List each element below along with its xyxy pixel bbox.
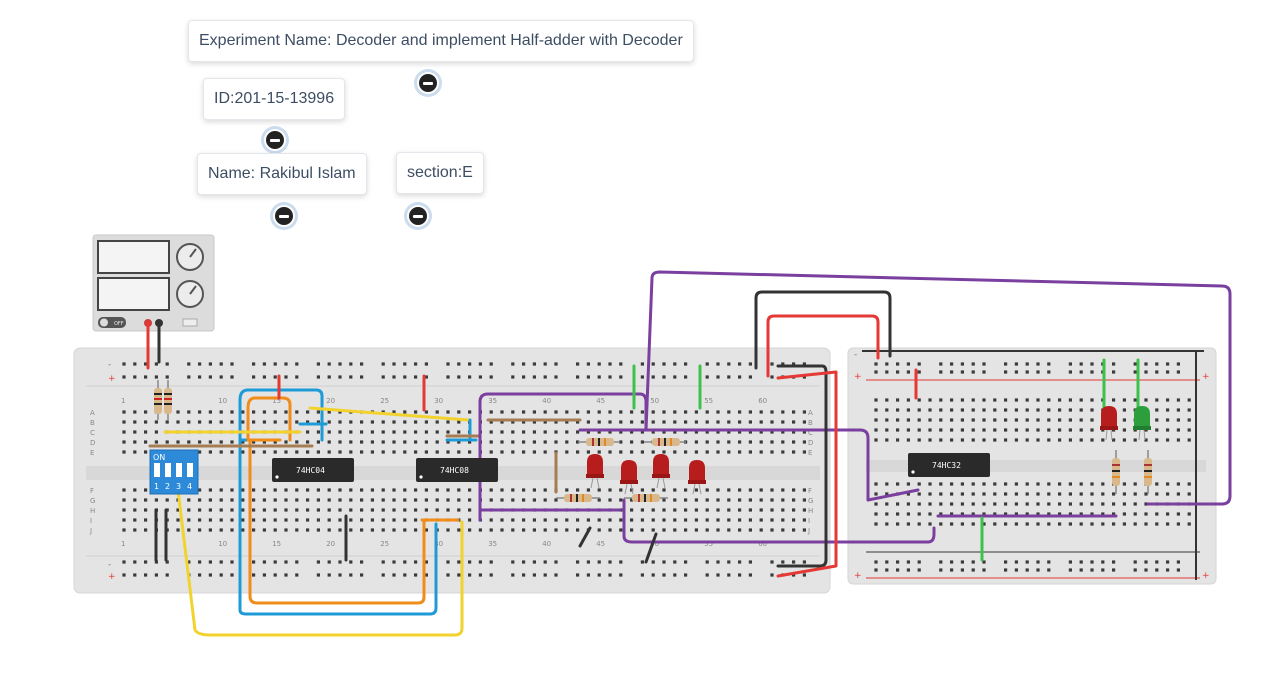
rail-plus-bottom: + bbox=[108, 572, 116, 582]
svg-text:I: I bbox=[90, 517, 92, 525]
dip-toggle-4[interactable] bbox=[187, 463, 193, 477]
collapse-note-icon[interactable] bbox=[417, 72, 439, 94]
breadboard-right[interactable]: + + - + + bbox=[847, 347, 1217, 585]
svg-text:25: 25 bbox=[380, 540, 389, 548]
dip-toggle-3[interactable] bbox=[176, 463, 182, 477]
student-id-note[interactable]: ID:201-15-13996 bbox=[203, 78, 346, 120]
svg-text:E: E bbox=[90, 449, 94, 457]
power-switch-label: OFF bbox=[114, 321, 124, 327]
svg-text:45: 45 bbox=[596, 540, 605, 548]
svg-text:25: 25 bbox=[380, 397, 389, 405]
svg-text:H: H bbox=[808, 507, 813, 515]
dip-switch[interactable]: ON 1 2 3 4 bbox=[149, 449, 199, 495]
collapse-note-icon[interactable] bbox=[407, 205, 429, 227]
svg-text:1: 1 bbox=[121, 397, 125, 405]
svg-text:20: 20 bbox=[326, 397, 335, 405]
rail-plus-right-bottom: + bbox=[854, 571, 862, 581]
student-name-note[interactable]: Name: Rakibul Islam bbox=[197, 153, 367, 195]
experiment-name-note[interactable]: Experiment Name: Decoder and implement H… bbox=[188, 20, 694, 62]
power-supply[interactable]: OFF bbox=[92, 234, 215, 332]
svg-text:G: G bbox=[808, 497, 813, 505]
svg-text:G: G bbox=[90, 497, 95, 505]
svg-text:A: A bbox=[808, 409, 813, 417]
svg-text:J: J bbox=[89, 527, 92, 535]
svg-text:J: J bbox=[807, 527, 810, 535]
student-id-text: ID:201-15-13996 bbox=[214, 90, 335, 107]
svg-text:35: 35 bbox=[488, 540, 497, 548]
svg-text:1: 1 bbox=[121, 540, 125, 548]
svg-text:D: D bbox=[90, 439, 95, 447]
rail-minus-right-top: - bbox=[854, 350, 857, 360]
svg-text:50: 50 bbox=[650, 397, 659, 405]
svg-text:10: 10 bbox=[218, 397, 227, 405]
svg-text:10: 10 bbox=[218, 540, 227, 548]
svg-text:I: I bbox=[808, 517, 810, 525]
svg-text:D: D bbox=[808, 439, 813, 447]
svg-text:55: 55 bbox=[704, 397, 713, 405]
section-text: section:E bbox=[407, 164, 473, 181]
rail-plus-right-bottom-end: + bbox=[1202, 571, 1210, 581]
dip-toggle-1[interactable] bbox=[154, 463, 160, 477]
rail-minus-top: - bbox=[108, 360, 111, 370]
svg-text:B: B bbox=[808, 419, 813, 427]
svg-text:20: 20 bbox=[326, 540, 335, 548]
svg-text:60: 60 bbox=[758, 397, 767, 405]
dip-number-4: 4 bbox=[187, 482, 192, 491]
svg-text:H: H bbox=[90, 507, 95, 515]
chip-74hc04-label: 74HC04 bbox=[296, 466, 325, 475]
chip-74hc08[interactable]: 74HC08 bbox=[416, 458, 498, 482]
chip-74hc08-label: 74HC08 bbox=[440, 466, 469, 475]
section-note[interactable]: section:E bbox=[396, 152, 484, 194]
svg-text:E: E bbox=[808, 449, 812, 457]
rail-plus-right-top-end: + bbox=[1202, 372, 1210, 382]
collapse-note-icon[interactable] bbox=[273, 205, 295, 227]
collapse-note-icon[interactable] bbox=[264, 129, 286, 151]
svg-text:40: 40 bbox=[542, 540, 551, 548]
svg-text:C: C bbox=[90, 429, 95, 437]
dip-switch-on-label: ON bbox=[153, 453, 165, 462]
svg-text:45: 45 bbox=[596, 397, 605, 405]
svg-text:F: F bbox=[808, 487, 812, 495]
dip-toggle-2[interactable] bbox=[165, 463, 171, 477]
chip-74hc04[interactable]: 74HC04 bbox=[272, 458, 354, 482]
svg-text:35: 35 bbox=[488, 397, 497, 405]
svg-text:F: F bbox=[90, 487, 94, 495]
svg-text:15: 15 bbox=[272, 540, 281, 548]
student-name-text: Name: Rakibul Islam bbox=[208, 165, 356, 182]
experiment-name-text: Experiment Name: Decoder and implement H… bbox=[199, 32, 683, 49]
dip-number-2: 2 bbox=[165, 482, 170, 491]
svg-text:40: 40 bbox=[542, 397, 551, 405]
circuit-canvas[interactable]: 1 10 15 20 25 30 35 40 45 50 55 601 10 15 20 25 30 35 40 45… bbox=[0, 0, 1280, 678]
chip-74hc32-label: 74HC32 bbox=[932, 461, 961, 470]
rail-minus-bottom: - bbox=[108, 560, 111, 570]
rail-plus-top: + bbox=[108, 374, 116, 384]
svg-text:B: B bbox=[90, 419, 95, 427]
rail-plus-right-top: + bbox=[854, 372, 862, 382]
svg-text:30: 30 bbox=[434, 397, 443, 405]
dip-number-3: 3 bbox=[176, 482, 181, 491]
svg-text:A: A bbox=[90, 409, 95, 417]
chip-74hc32[interactable]: 74HC32 bbox=[908, 453, 990, 477]
dip-number-1: 1 bbox=[154, 482, 159, 491]
